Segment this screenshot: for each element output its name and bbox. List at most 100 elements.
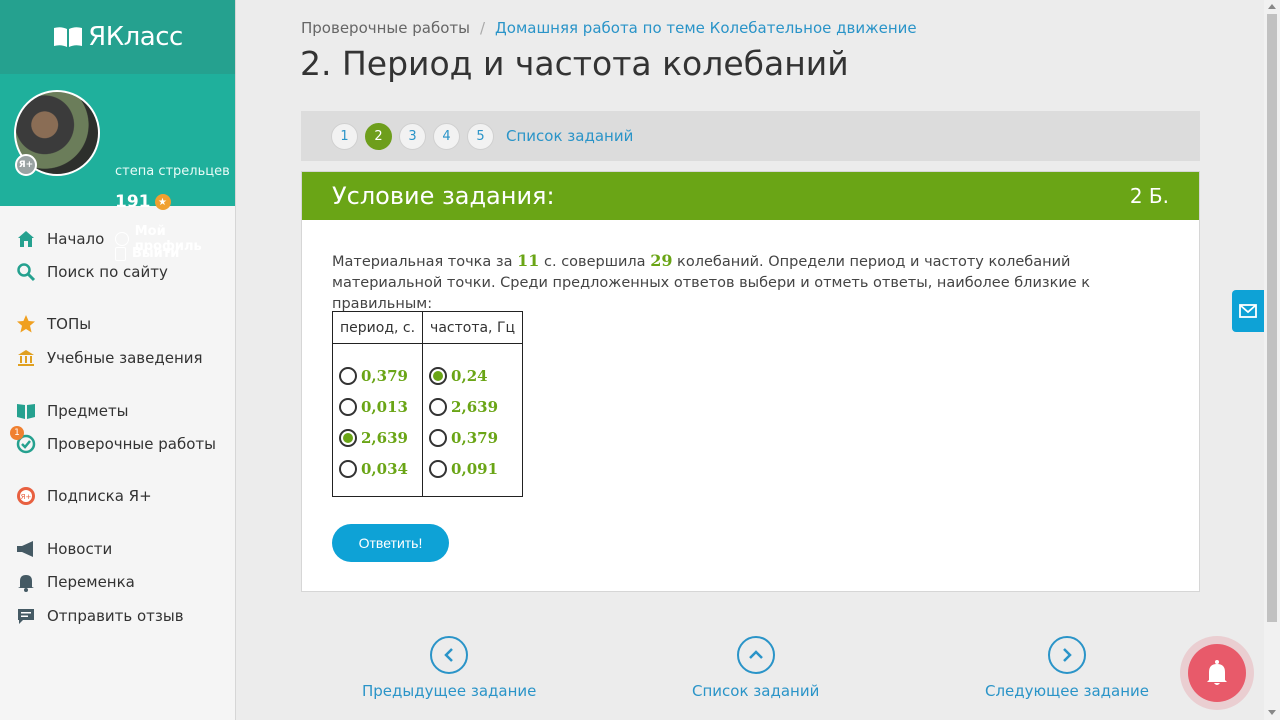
door-icon — [115, 246, 126, 261]
mail-icon[interactable] — [1232, 290, 1264, 332]
nav-item-search[interactable]: Поиск по сайту — [16, 262, 168, 282]
radio-button[interactable] — [429, 428, 448, 447]
task-list-bottom-link[interactable]: Список заданий — [692, 636, 819, 700]
points-value: 191 — [115, 192, 151, 212]
nav-label-tests: Проверочные работы — [47, 435, 216, 453]
period-option[interactable]: 0,379 — [339, 360, 416, 391]
nav-label-subscription: Подписка Я+ — [47, 487, 152, 505]
option-value: 0,379 — [361, 366, 408, 385]
prev-task-label: Предыдущее задание — [362, 682, 537, 700]
option-value: 0,379 — [451, 428, 499, 447]
radio-button[interactable] — [339, 366, 357, 385]
breadcrumb-current[interactable]: Домашняя работа по теме Колебательное дв… — [495, 19, 917, 37]
count-value: 29 — [650, 251, 673, 270]
home-icon — [18, 231, 34, 247]
nav-item-subscription[interactable]: Я+ Подписка Я+ — [16, 486, 152, 506]
nav-item-feedback[interactable]: Отправить отзыв — [16, 606, 184, 626]
tests-count-badge: 1 — [10, 426, 24, 440]
radio-button[interactable] — [339, 397, 357, 416]
radio-button[interactable] — [429, 459, 448, 478]
radio-button-checked[interactable] — [429, 366, 448, 385]
logout-link[interactable]: Выйти — [115, 246, 179, 261]
next-task-link[interactable]: Следующее задание — [985, 636, 1149, 700]
task-score: 2 Б. — [1129, 184, 1169, 208]
nav-label-search: Поиск по сайту — [47, 263, 168, 281]
yplus-badge-icon: Я+ — [15, 154, 37, 176]
check-icon: 1 — [10, 426, 36, 454]
frequency-option[interactable]: 0,379 — [429, 422, 516, 453]
megaphone-icon — [17, 541, 33, 557]
answers-table: период, с. частота, Гц 0,379 0,013 2,639… — [331, 311, 524, 497]
task-number-4[interactable]: 4 — [433, 122, 460, 150]
nav-label-schools: Учебные заведения — [47, 349, 203, 367]
period-option[interactable]: 0,013 — [339, 391, 416, 422]
star-coin-icon: ★ — [154, 194, 171, 210]
logout-label: Выйти — [132, 246, 180, 261]
option-value: 0,013 — [361, 397, 408, 416]
frequency-options: 0,24 2,639 0,379 0,091 — [422, 343, 524, 497]
nav-label-tops: ТОПы — [47, 315, 92, 333]
breadcrumb-separator: / — [479, 19, 486, 37]
nav-item-tests[interactable]: 1 Проверочные работы — [10, 426, 216, 454]
profile-panel: степа стрельцев 191 ★ Мой профиль Выйти — [0, 74, 235, 261]
prev-task-link[interactable]: Предыдущее задание — [362, 636, 536, 700]
radio-button-checked[interactable] — [339, 428, 357, 447]
period-option[interactable]: 0,034 — [339, 453, 416, 484]
logo[interactable]: ЯКласс — [0, 0, 235, 74]
nav-item-schools[interactable]: Учебные заведения — [16, 348, 203, 368]
nav-item-break[interactable]: Переменка — [16, 572, 135, 592]
nav-item-news[interactable]: Новости — [16, 539, 112, 559]
scrollbar[interactable] — [1264, 0, 1280, 720]
option-value: 0,034 — [361, 459, 408, 478]
scroll-down-icon[interactable] — [1268, 710, 1276, 715]
period-option[interactable]: 2,639 — [339, 422, 416, 453]
task-number-5[interactable]: 5 — [467, 122, 494, 150]
bell-icon — [18, 575, 34, 592]
question-part-2: с. совершила — [539, 254, 651, 270]
nav-item-home[interactable]: Начало — [16, 229, 104, 249]
scroll-up-icon[interactable] — [1268, 4, 1276, 9]
scrollbar-thumb[interactable] — [1267, 14, 1277, 622]
frequency-header: частота, Гц — [422, 311, 524, 344]
task-number-2[interactable]: 2 — [365, 122, 392, 150]
option-value: 2,639 — [451, 397, 499, 416]
time-value: 11 — [517, 251, 540, 270]
nav-item-subjects[interactable]: Предметы — [16, 401, 129, 421]
nav-label-news: Новости — [47, 540, 113, 558]
breadcrumb: Проверочные работы / Домашняя работа по … — [301, 19, 917, 37]
radio-button[interactable] — [339, 459, 357, 478]
nav-label-feedback: Отправить отзыв — [47, 607, 184, 625]
submit-answer-button[interactable]: Ответить! — [332, 524, 449, 562]
logo-text: ЯКласс — [88, 22, 183, 52]
radio-button[interactable] — [429, 397, 448, 416]
task-list-bottom-label: Список заданий — [692, 682, 820, 700]
book-icon — [17, 404, 35, 419]
task-navigator: 1 2 3 4 5 Список заданий — [301, 111, 1200, 161]
breadcrumb-root[interactable]: Проверочные работы — [301, 19, 470, 37]
task-list-link[interactable]: Список заданий — [506, 127, 633, 145]
next-task-label: Следующее задание — [985, 682, 1150, 700]
option-value: 0,091 — [451, 459, 499, 478]
question-part-1: Материальная точка за — [332, 254, 518, 270]
frequency-option[interactable]: 0,24 — [429, 360, 516, 391]
period-header: период, с. — [331, 311, 424, 344]
chevron-right-icon — [1048, 636, 1087, 674]
search-icon — [17, 263, 36, 282]
user-circle-icon — [115, 232, 129, 246]
nav-item-tops[interactable]: ТОПы — [16, 314, 91, 334]
task-number-3[interactable]: 3 — [399, 122, 426, 150]
yplus-icon: Я+ — [17, 487, 35, 505]
user-points: 191 ★ — [115, 192, 171, 212]
nav-label-subjects: Предметы — [47, 402, 129, 420]
feedback-icon — [18, 609, 34, 624]
notification-bell-icon[interactable] — [1188, 644, 1246, 702]
task-card: Условие задания: 2 Б. Материальная точка… — [301, 171, 1200, 592]
page-title: 2. Период и частота колебаний — [300, 44, 849, 83]
option-value: 2,639 — [361, 428, 408, 447]
user-name[interactable]: степа стрельцев — [115, 164, 230, 179]
nav-label-break: Переменка — [47, 573, 135, 591]
frequency-option[interactable]: 0,091 — [429, 453, 516, 484]
task-number-1[interactable]: 1 — [331, 122, 358, 150]
frequency-option[interactable]: 2,639 — [429, 391, 516, 422]
star-icon — [17, 315, 35, 333]
